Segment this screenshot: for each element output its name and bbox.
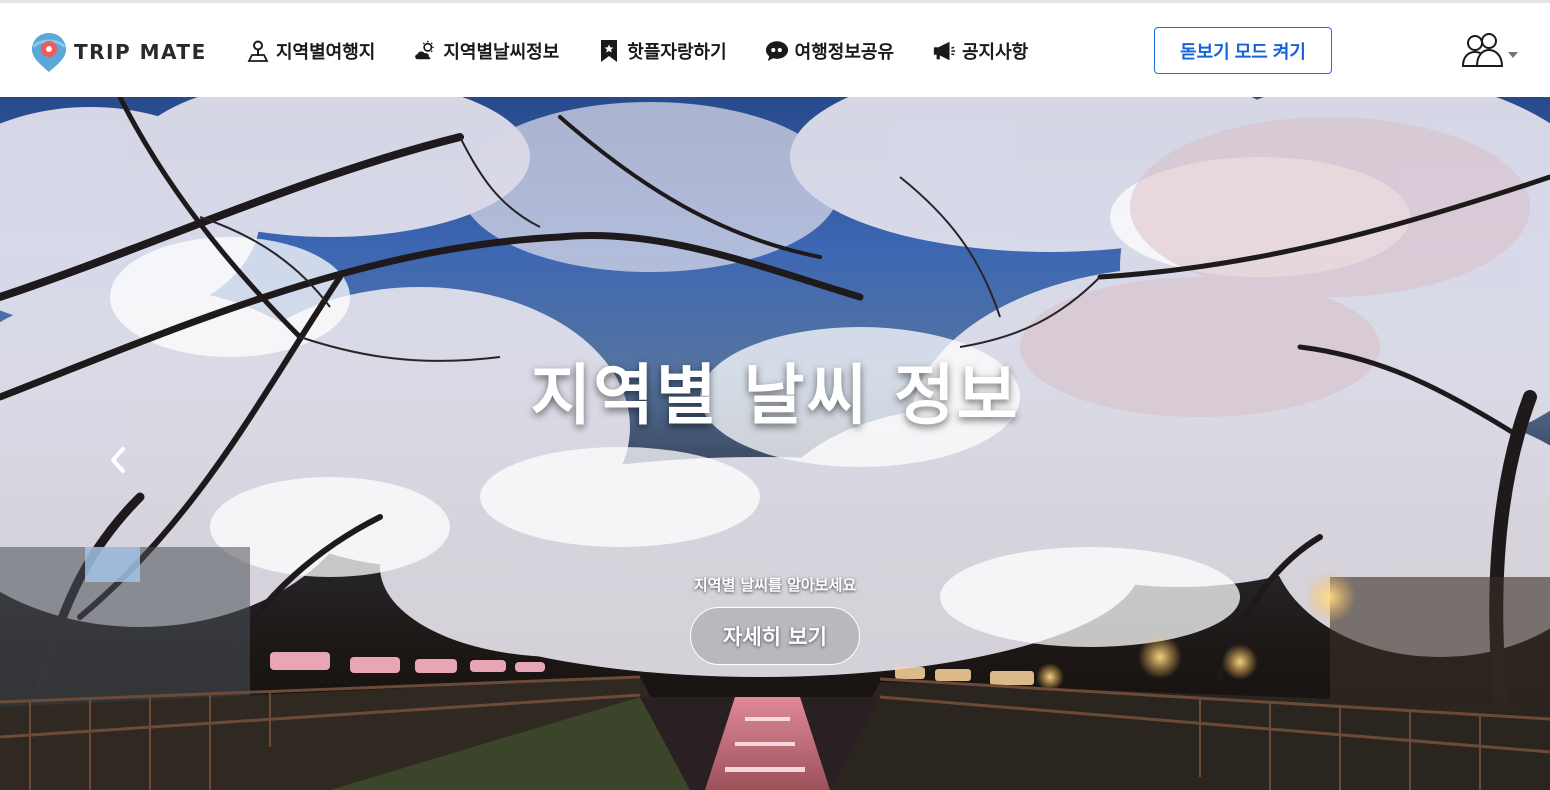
main-nav: 지역별여행지 지역별날씨정보 핫플자랑하기 여행정보공유 공지사항 [246, 37, 1028, 65]
user-group-icon [1461, 33, 1504, 73]
chat-bubble-quote-icon [765, 39, 789, 63]
caret-down-icon [1507, 44, 1519, 63]
user-menu[interactable] [1461, 33, 1519, 73]
magnifier-mode-button[interactable]: 돋보기 모드 켜기 [1154, 27, 1332, 74]
nav-label: 공지사항 [962, 42, 1029, 63]
nav-item-regional-weather[interactable]: 지역별날씨정보 [413, 38, 559, 64]
hero-subtitle: 지역별 날씨를 알아보세요 [693, 576, 857, 594]
carousel-prev-button[interactable] [100, 442, 136, 482]
map-pin-logo-icon [30, 31, 68, 73]
view-details-button[interactable]: 자세히 보기 [690, 607, 860, 665]
cherry-blossom-background-image [0, 97, 1550, 790]
megaphone-icon [932, 39, 956, 63]
chevron-left-icon [108, 446, 128, 478]
nav-item-travel-info-share[interactable]: 여행정보공유 [765, 38, 894, 64]
nav-label: 지역별여행지 [276, 42, 376, 63]
hero-title: 지역별 날씨 정보 [530, 357, 1020, 434]
nav-label: 여행정보공유 [794, 42, 894, 63]
logo[interactable]: TRIP MATE [30, 31, 207, 73]
nav-item-hotplace-showoff[interactable]: 핫플자랑하기 [597, 38, 727, 64]
weather-sun-cloud-icon [413, 39, 437, 63]
map-pin-person-icon [246, 39, 270, 63]
logo-text: TRIP MATE [74, 40, 207, 64]
hero-carousel: 지역별 날씨 정보 지역별 날씨를 알아보세요 자세히 보기 [0, 97, 1550, 790]
top-navigation-bar: TRIP MATE 지역별여행지 지역별날씨정보 핫플자랑하기 여행정보공유 공… [0, 0, 1550, 97]
nav-item-notices[interactable]: 공지사항 [932, 38, 1028, 64]
nav-label: 지역별날씨정보 [443, 42, 560, 63]
bookmark-icon [597, 39, 621, 63]
nav-label: 핫플자랑하기 [627, 42, 727, 63]
nav-item-regional-destinations[interactable]: 지역별여행지 [246, 38, 375, 64]
